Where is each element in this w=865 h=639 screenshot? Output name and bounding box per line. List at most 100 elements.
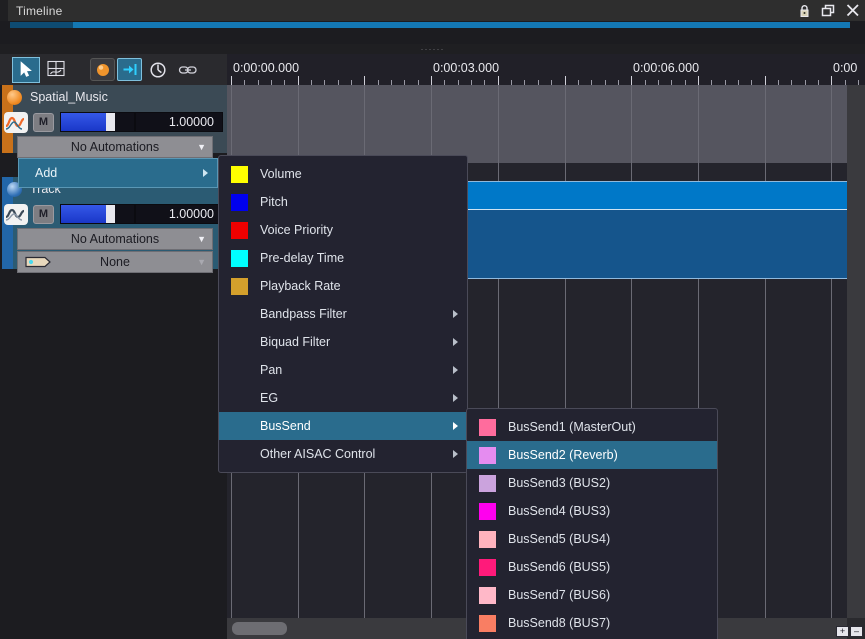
menu-item-label: Pitch: [260, 195, 288, 209]
zoom-in-button[interactable]: +: [836, 626, 849, 637]
ruler-major-tick: [497, 76, 499, 85]
color-swatch: [479, 474, 496, 492]
color-swatch: [231, 165, 248, 183]
chevron-down-icon: ▼: [197, 257, 206, 267]
bussend-submenu[interactable]: BusSend1 (MasterOut) BusSend2 (Reverb) Bus…: [466, 408, 718, 639]
chevron-down-icon: ▼: [197, 142, 206, 152]
track-header-spatial-music[interactable]: Spatial_Music M 1.00000 No Automations ▼: [0, 85, 227, 158]
menu-item[interactable]: BusSend6 (BUS5): [467, 553, 717, 581]
menu-item-label: BusSend5 (BUS4): [508, 532, 611, 546]
snap-to-marker-icon[interactable]: [117, 58, 142, 81]
mute-button[interactable]: M: [33, 204, 54, 224]
timeline-toolbar: [0, 54, 227, 85]
clip-header[interactable]: [463, 182, 865, 210]
volume-slider[interactable]: [60, 112, 135, 132]
color-swatch: [231, 277, 248, 295]
ruler-major-tick: [764, 76, 766, 85]
volume-slider-knob[interactable]: [106, 113, 116, 131]
waveform-icon[interactable]: [4, 203, 28, 225]
lock-icon[interactable]: [796, 2, 813, 19]
menu-item[interactable]: BusSend8 (BUS7): [467, 609, 717, 637]
region-edit-tool-icon[interactable]: [42, 57, 70, 83]
chevron-right-icon: [203, 169, 208, 177]
cue-dropdown-label: None: [100, 255, 130, 269]
menu-item[interactable]: Voice Priority: [219, 216, 467, 244]
volume-slider[interactable]: [60, 204, 135, 224]
restore-icon[interactable]: [820, 2, 837, 19]
volume-slider-fill: [61, 113, 107, 131]
timeline-lane[interactable]: [227, 85, 865, 163]
record-keyframe-icon[interactable]: [90, 58, 115, 81]
chevron-right-icon: [453, 310, 458, 318]
menu-item[interactable]: Playback Rate: [219, 272, 467, 300]
title-grip: [0, 0, 8, 21]
menu-item-label: Bandpass Filter: [260, 307, 347, 321]
menu-item[interactable]: Pan: [219, 356, 467, 384]
grid-line: [764, 85, 766, 618]
ruler-major-tick: [431, 76, 433, 85]
audio-clip[interactable]: [462, 181, 865, 279]
menu-item[interactable]: Biquad Filter: [219, 328, 467, 356]
mute-button[interactable]: M: [33, 112, 54, 132]
menu-item[interactable]: BusSend1 (MasterOut): [467, 413, 717, 441]
color-swatch: [479, 586, 496, 604]
window-controls: [796, 0, 861, 21]
chevron-right-icon: [453, 394, 458, 402]
menu-item-label: BusSend6 (BUS5): [508, 560, 611, 574]
waveform-icon[interactable]: [4, 111, 28, 133]
link-icon[interactable]: [174, 57, 202, 83]
color-swatch: [231, 446, 248, 463]
ruler-major-tick: [297, 76, 299, 85]
close-icon[interactable]: [844, 2, 861, 19]
menu-item[interactable]: BusSend2 (Reverb): [467, 441, 717, 469]
chevron-right-icon: [453, 422, 458, 430]
track-name-label: Spatial_Music: [30, 90, 108, 104]
accent-segment-right: [73, 22, 850, 28]
track-type-icon: [7, 89, 22, 105]
ruler-label: 0:00:06.000: [633, 61, 700, 75]
horizontal-scrollbar-thumb[interactable]: [232, 622, 287, 635]
cue-dropdown[interactable]: None ▼: [17, 251, 213, 273]
context-menu-add-item[interactable]: Add: [18, 158, 218, 188]
color-swatch: [479, 530, 496, 548]
track-header-track[interactable]: Track M 1.00000 No Automations ▼ None ▼: [0, 177, 227, 273]
menu-item[interactable]: BusSend3 (BUS2): [467, 469, 717, 497]
menu-item[interactable]: Pitch: [219, 188, 467, 216]
menu-item[interactable]: Other AISAC Control: [219, 440, 467, 468]
time-ruler[interactable]: 0:00:00.000 0:00:03.000 0:00:06.000 0:00: [227, 54, 865, 85]
menu-item[interactable]: EG: [219, 384, 467, 412]
color-swatch: [231, 390, 248, 407]
color-swatch: [231, 362, 248, 379]
menu-item[interactable]: BusSend: [219, 412, 467, 440]
menu-item[interactable]: Pre-delay Time: [219, 244, 467, 272]
panel-splitter[interactable]: ······: [0, 44, 865, 54]
color-swatch: [231, 334, 248, 351]
menu-item[interactable]: BusSend7 (BUS6): [467, 581, 717, 609]
volume-value-field[interactable]: 1.00000: [135, 204, 223, 224]
ruler-major-tick: [631, 76, 633, 85]
accent-segment-left: [10, 22, 73, 28]
menu-item-label: BusSend3 (BUS2): [508, 476, 611, 490]
menu-item[interactable]: BusSend4 (BUS3): [467, 497, 717, 525]
menu-item-label: BusSend1 (MasterOut): [508, 420, 636, 434]
volume-slider-knob[interactable]: [106, 205, 116, 223]
chevron-right-icon: [453, 450, 458, 458]
menu-item-label: Volume: [260, 167, 302, 181]
zoom-out-button[interactable]: –: [850, 626, 863, 637]
menu-item-label: BusSend7 (BUS6): [508, 588, 611, 602]
menu-item-label: BusSend8 (BUS7): [508, 616, 611, 630]
automation-type-menu[interactable]: Volume Pitch Voice Priority Pre-delay Time P…: [218, 155, 468, 473]
volume-value-field[interactable]: 1.00000: [135, 112, 223, 132]
menu-item[interactable]: Volume: [219, 160, 467, 188]
automation-dropdown-track2[interactable]: No Automations ▼: [17, 228, 213, 250]
timer-icon[interactable]: [144, 57, 172, 83]
vertical-scrollbar[interactable]: [847, 85, 865, 618]
menu-item[interactable]: BusSend5 (BUS4): [467, 525, 717, 553]
select-tool-icon[interactable]: [12, 56, 40, 83]
color-swatch: [231, 221, 248, 239]
menu-item-label: BusSend4 (BUS3): [508, 504, 611, 518]
left-bottom-filler: [0, 618, 227, 639]
automation-dropdown-track1[interactable]: No Automations ▼: [17, 136, 213, 158]
menu-item-label: Pan: [260, 363, 283, 377]
menu-item[interactable]: Bandpass Filter: [219, 300, 467, 328]
